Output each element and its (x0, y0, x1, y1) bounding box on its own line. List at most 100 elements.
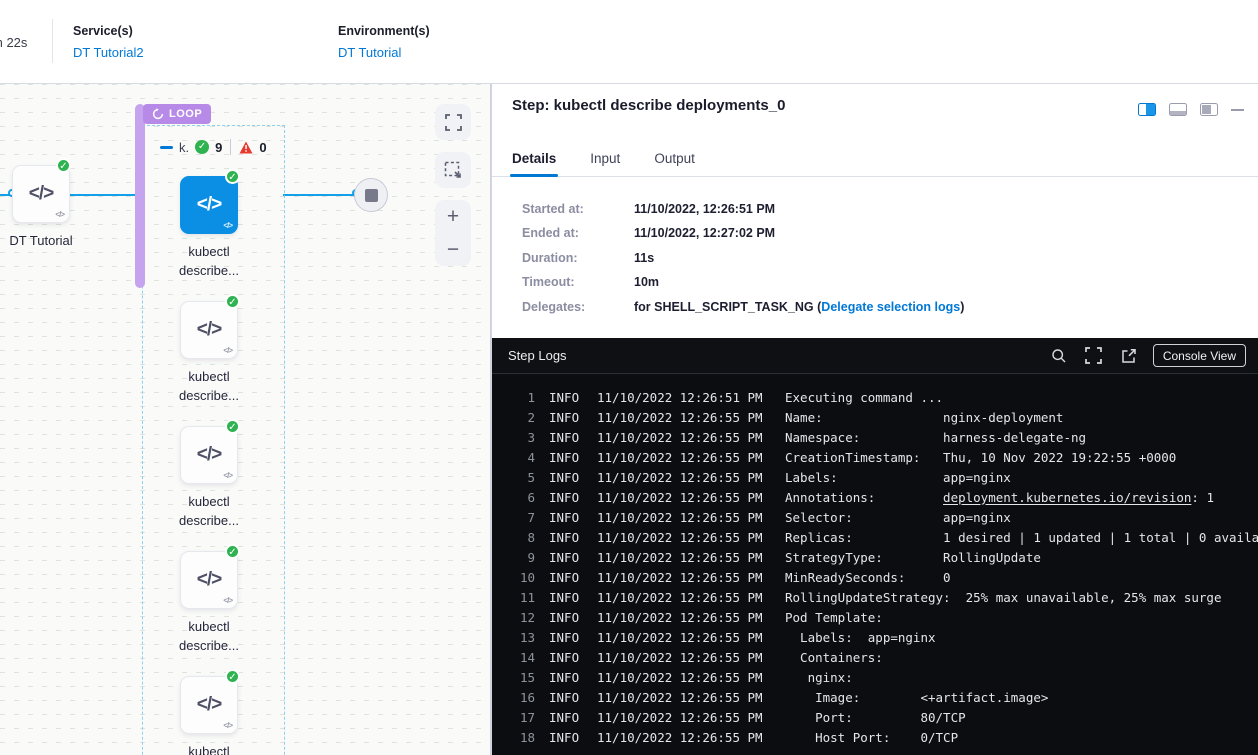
step-node[interactable]: </></> (180, 176, 238, 234)
log-level: INFO (549, 490, 583, 505)
loop-group-header: k. ✓ 9 0 (160, 139, 267, 155)
code-corner-icon: </> (223, 721, 232, 730)
log-line: 9INFO11/10/2022 12:26:55 PMStrategyType:… (513, 547, 1258, 567)
stage-node-label: DT Tutorial (0, 231, 116, 250)
log-level: INFO (549, 670, 583, 685)
log-timestamp: 11/10/2022 12:26:55 PM (597, 410, 769, 425)
log-line-number: 13 (513, 630, 535, 645)
log-level: INFO (549, 570, 583, 585)
layout-right-view-icon[interactable] (1138, 103, 1156, 116)
log-line: 7INFO11/10/2022 12:26:55 PMSelector: app… (513, 507, 1258, 527)
detail-label: Timeout: (522, 275, 634, 289)
log-message: Selector: app=nginx (785, 510, 1011, 525)
log-line-number: 15 (513, 670, 535, 685)
execution-header: m 22s Service(s) DT Tutorial2 Environmen… (0, 0, 1258, 84)
log-line-number: 18 (513, 730, 535, 745)
log-level: INFO (549, 390, 583, 405)
log-fullscreen-icon[interactable] (1085, 347, 1103, 365)
log-line: 8INFO11/10/2022 12:26:55 PMReplicas: 1 d… (513, 527, 1258, 547)
service-link[interactable]: DT Tutorial2 (73, 45, 144, 60)
code-corner-icon: </> (223, 471, 232, 480)
log-level: INFO (549, 610, 583, 625)
log-message: Port: 80/TCP (785, 710, 966, 725)
log-annotation-link[interactable]: deployment.kubernetes.io/revision (943, 490, 1191, 505)
step-details-list: Started at:11/10/2022, 12:26:51 PMEnded … (492, 177, 1258, 324)
log-line: 16INFO11/10/2022 12:26:55 PM Image: <+ar… (513, 687, 1258, 707)
panel-collapse-icon[interactable] (1231, 109, 1244, 111)
detail-value: 10m (634, 275, 659, 289)
log-timestamp: 11/10/2022 12:26:55 PM (597, 490, 769, 505)
log-line-number: 8 (513, 530, 535, 545)
environment-block: Environment(s) DT Tutorial (338, 24, 430, 60)
log-line-number: 9 (513, 550, 535, 565)
log-line-number: 10 (513, 570, 535, 585)
log-message: Name: nginx-deployment (785, 410, 1063, 425)
detail-label: Delegates: (522, 300, 634, 314)
tab-details[interactable]: Details (512, 140, 556, 176)
canvas-fullscreen-button[interactable] (435, 104, 471, 140)
layout-bottom-view-icon[interactable] (1169, 103, 1187, 116)
code-icon: </> (197, 569, 221, 591)
log-line: 10INFO11/10/2022 12:26:55 PMMinReadySeco… (513, 567, 1258, 587)
code-icon: </> (197, 319, 221, 341)
step-node[interactable]: </></> (180, 426, 238, 484)
log-timestamp: 11/10/2022 12:26:55 PM (597, 670, 769, 685)
code-corner-icon: </> (223, 221, 232, 230)
end-node[interactable] (354, 178, 388, 212)
step-node-label: kubectldescribe... (134, 242, 284, 280)
step-node[interactable]: </></> (180, 301, 238, 359)
log-timestamp: 11/10/2022 12:26:55 PM (597, 730, 769, 745)
log-timestamp: 11/10/2022 12:26:55 PM (597, 690, 769, 705)
delegate-selection-logs-link[interactable]: Delegate selection logs (821, 300, 960, 314)
code-corner-icon: </> (223, 346, 232, 355)
success-check-icon: ✓ (225, 669, 240, 684)
log-line: 17INFO11/10/2022 12:26:55 PM Port: 80/TC… (513, 707, 1258, 727)
log-line: 1INFO11/10/2022 12:26:51 PMExecuting com… (513, 387, 1258, 407)
log-search-icon[interactable] (1050, 347, 1068, 365)
log-level: INFO (549, 410, 583, 425)
zoom-out-icon[interactable]: − (447, 240, 459, 260)
log-line-number: 6 (513, 490, 535, 505)
collapse-icon[interactable] (160, 146, 173, 149)
log-timestamp: 11/10/2022 12:26:55 PM (597, 650, 769, 665)
success-count: 9 (215, 140, 222, 155)
log-timestamp: 11/10/2022 12:26:55 PM (597, 590, 769, 605)
log-open-external-icon[interactable] (1120, 347, 1138, 365)
step-node[interactable]: </></> (180, 676, 238, 734)
zoom-in-icon[interactable]: + (447, 207, 459, 227)
error-count-icon (239, 141, 253, 154)
edge-loop-to-end (283, 194, 358, 196)
step-node[interactable]: </></> (180, 551, 238, 609)
log-level: INFO (549, 630, 583, 645)
log-level: INFO (549, 550, 583, 565)
log-line-number: 1 (513, 390, 535, 405)
log-message: Executing command ... (785, 390, 943, 405)
log-timestamp: 11/10/2022 12:26:55 PM (597, 510, 769, 525)
layout-minimized-view-icon[interactable] (1200, 103, 1218, 116)
environment-link[interactable]: DT Tutorial (338, 45, 430, 60)
code-corner-icon: </> (223, 596, 232, 605)
log-message: RollingUpdateStrategy: 25% max unavailab… (785, 590, 1222, 605)
log-lines[interactable]: 1INFO11/10/2022 12:26:51 PMExecuting com… (492, 374, 1258, 755)
tab-input[interactable]: Input (590, 140, 620, 176)
log-line: 4INFO11/10/2022 12:26:55 PMCreationTimes… (513, 447, 1258, 467)
log-line: 11INFO11/10/2022 12:26:55 PMRollingUpdat… (513, 587, 1258, 607)
log-line-number: 17 (513, 710, 535, 725)
success-check-icon: ✓ (225, 169, 240, 184)
log-timestamp: 11/10/2022 12:26:55 PM (597, 630, 769, 645)
code-icon: </> (29, 183, 53, 205)
loop-badge[interactable]: LOOP (143, 104, 211, 124)
pipeline-canvas[interactable]: LOOP k. ✓ 9 0 </> </> ✓ DT Tutorial </><… (0, 84, 491, 755)
tab-output[interactable]: Output (654, 140, 695, 176)
loop-collapse-bar[interactable] (135, 104, 145, 288)
canvas-marquee-select-button[interactable] (435, 152, 471, 188)
detail-row: Timeout:10m (522, 275, 1258, 290)
step-node-label: kubectldescribe... (134, 492, 284, 530)
log-level: INFO (549, 710, 583, 725)
log-message: Labels: app=nginx (785, 470, 1011, 485)
loop-icon (152, 108, 164, 120)
console-view-button[interactable]: Console View (1153, 344, 1246, 367)
code-corner-icon: </> (55, 210, 64, 219)
success-count-icon: ✓ (195, 140, 209, 154)
log-level: INFO (549, 470, 583, 485)
